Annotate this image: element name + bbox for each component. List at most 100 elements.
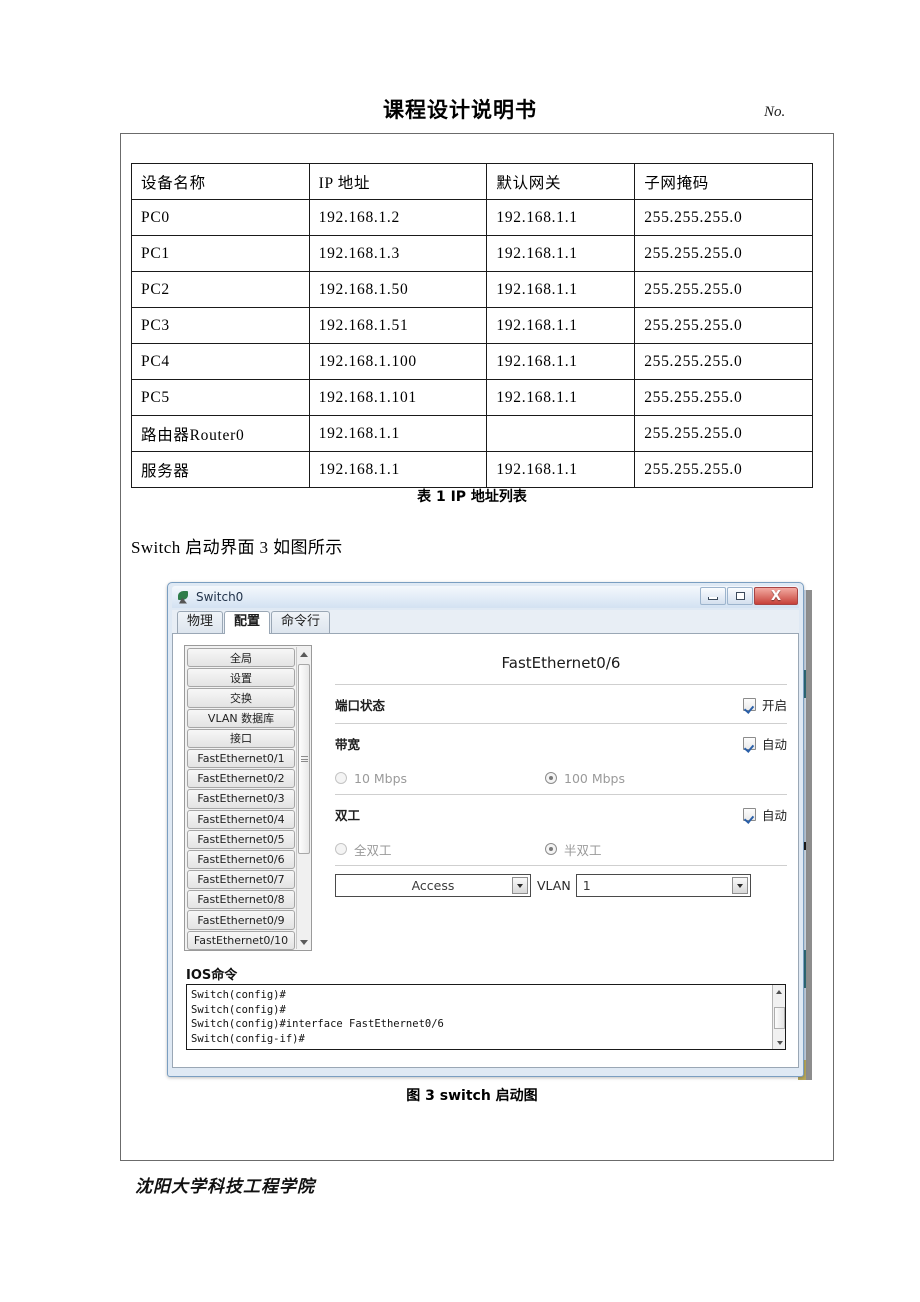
table-row: PC1 192.168.1.3 192.168.1.1 255.255.255.…: [131, 235, 813, 272]
radio-icon[interactable]: [335, 843, 347, 855]
scroll-down-button[interactable]: [297, 935, 311, 949]
duplex-auto-checkbox[interactable]: [742, 807, 756, 821]
gateway-cell: 192.168.1.1: [486, 199, 636, 236]
ip-address-cell: 192.168.1.50: [308, 271, 488, 308]
interface-title: FastEthernet0/6: [501, 654, 621, 672]
sidebar-scrollbar[interactable]: [296, 647, 311, 949]
duplex-option-full[interactable]: 全双工: [335, 840, 545, 859]
sidebar-item-switching[interactable]: 交换: [187, 688, 295, 708]
vlan-select[interactable]: 1: [575, 874, 751, 897]
ip-address-cell: 192.168.1.1: [308, 451, 488, 488]
table-header-cell: 默认网关: [486, 163, 636, 200]
bandwidth-options-row: 10 Mbps 100 Mbps: [335, 762, 787, 794]
sidebar-item-fa0-9[interactable]: FastEthernet0/9: [187, 910, 295, 930]
radio-selected-icon[interactable]: [545, 772, 557, 784]
dropdown-arrow-icon[interactable]: [512, 877, 528, 894]
subnet-mask-cell: 255.255.255.0: [634, 415, 813, 452]
sidebar-item-settings[interactable]: 设置: [187, 668, 295, 688]
background-window-edge: [806, 590, 812, 1080]
minimize-button[interactable]: [700, 587, 726, 605]
subnet-mask-cell: 255.255.255.0: [634, 307, 813, 344]
table-row: PC4 192.168.1.100 192.168.1.1 255.255.25…: [131, 343, 813, 380]
radio-icon[interactable]: [335, 772, 347, 784]
tab-config[interactable]: 配置: [224, 611, 271, 634]
sidebar-item-fa0-1[interactable]: FastEthernet0/1: [187, 748, 295, 769]
duplex-option-label: 全双工: [354, 842, 392, 858]
maximize-icon: [735, 592, 745, 600]
ios-command-label: IOS命令: [186, 968, 238, 983]
sidebar-item-fa0-2[interactable]: FastEthernet0/2: [187, 769, 295, 789]
bandwidth-auto-checkbox-group[interactable]: 自动: [742, 734, 787, 753]
page-footer: 沈阳大学科技工程学院: [135, 1177, 315, 1196]
chevron-down-icon: [776, 1040, 783, 1045]
duplex-row: 双工 自动: [335, 795, 787, 833]
sidebar-item-vlan-database[interactable]: VLAN 数据库: [187, 708, 295, 728]
window-titlebar[interactable]: Switch0 X: [172, 586, 799, 608]
ip-address-cell: 192.168.1.101: [308, 379, 488, 416]
vlan-mode-row: Access VLAN 1: [335, 874, 787, 897]
sidebar-item-fa0-8[interactable]: FastEthernet0/8: [187, 890, 295, 910]
scrollbar-thumb[interactable]: [298, 664, 310, 854]
chevron-up-icon: [776, 989, 782, 994]
port-status-checkbox-group[interactable]: 开启: [742, 695, 787, 714]
device-name-cell: PC2: [131, 271, 310, 308]
radio-selected-icon[interactable]: [545, 843, 557, 855]
subnet-mask-cell: 255.255.255.0: [634, 343, 813, 380]
sidebar-item-fa0-6[interactable]: FastEthernet0/6: [187, 849, 295, 870]
interface-config-panel: FastEthernet0/6 端口状态 开启 带宽 自动 10 Mbps 10…: [335, 648, 787, 897]
close-icon: X: [770, 588, 782, 604]
packet-tracer-leaf-icon: [176, 590, 191, 605]
maximize-button[interactable]: [727, 587, 753, 605]
tab-bar: 物理 配置 命令行: [172, 610, 799, 634]
bandwidth-option-100mbps[interactable]: 100 Mbps: [545, 771, 625, 786]
gateway-cell: 192.168.1.1: [486, 379, 636, 416]
sidebar-item-global[interactable]: 全局: [187, 648, 295, 668]
ios-console-scrollbar[interactable]: [772, 985, 785, 1049]
close-button[interactable]: X: [754, 587, 798, 605]
duplex-auto-checkbox-group[interactable]: 自动: [742, 805, 787, 824]
subnet-mask-cell: 255.255.255.0: [634, 235, 813, 272]
ios-scroll-down-button[interactable]: [773, 1036, 785, 1049]
grip-icon: [300, 755, 308, 764]
switchport-mode-select[interactable]: Access: [335, 874, 531, 897]
gateway-cell: 192.168.1.1: [486, 271, 636, 308]
sidebar-item-fa0-4[interactable]: FastEthernet0/4: [187, 809, 295, 829]
gateway-cell: 192.168.1.1: [486, 343, 636, 380]
packet-tracer-device-window: Switch0 X 物理 配置 命令行 全局 设置 交换 VLAN 数据库 接口…: [167, 582, 804, 1077]
body-paragraph: Switch 启动界面 3 如图所示: [131, 538, 343, 557]
table-row: PC3 192.168.1.51 192.168.1.1 255.255.255…: [131, 307, 813, 344]
bandwidth-auto-checkbox[interactable]: [742, 736, 756, 750]
duplex-option-half[interactable]: 半双工: [545, 840, 602, 859]
ios-scroll-up-button[interactable]: [773, 985, 785, 998]
duplex-label: 双工: [335, 807, 361, 823]
table-row: PC2 192.168.1.50 192.168.1.1 255.255.255…: [131, 271, 813, 308]
ios-command-console[interactable]: Switch(config)# Switch(config)# Switch(c…: [186, 984, 786, 1050]
ip-address-cell: 192.168.1.1: [308, 415, 488, 452]
sidebar-item-fa0-7[interactable]: FastEthernet0/7: [187, 870, 295, 890]
device-name-cell: 路由器Router0: [131, 415, 310, 452]
bandwidth-option-10mbps[interactable]: 10 Mbps: [335, 771, 545, 786]
figure-caption: 图 3 switch 启动图: [406, 1088, 538, 1104]
device-name-cell: PC3: [131, 307, 310, 344]
port-status-checkbox-label: 开启: [761, 697, 787, 713]
sidebar-item-interface[interactable]: 接口: [187, 728, 295, 748]
scroll-up-button[interactable]: [297, 647, 311, 661]
sidebar-item-fa0-5[interactable]: FastEthernet0/5: [187, 829, 295, 849]
document-no-label: No.: [764, 104, 786, 120]
device-name-cell: PC5: [131, 379, 310, 416]
ios-scrollbar-thumb[interactable]: [774, 1007, 785, 1029]
port-status-checkbox[interactable]: [742, 697, 756, 711]
gateway-cell: [486, 415, 636, 452]
sidebar-item-fa0-3[interactable]: FastEthernet0/3: [187, 789, 295, 809]
port-status-row: 端口状态 开启: [335, 685, 787, 723]
vlan-label: VLAN: [537, 878, 571, 893]
port-status-label: 端口状态: [335, 697, 386, 713]
duplex-option-label: 半双工: [564, 842, 602, 858]
table-header-cell: IP 地址: [308, 163, 488, 200]
tab-cli[interactable]: 命令行: [271, 611, 331, 633]
gateway-cell: 192.168.1.1: [486, 235, 636, 272]
tab-physical[interactable]: 物理: [177, 611, 224, 633]
sidebar-item-fa0-10[interactable]: FastEthernet0/10: [187, 930, 295, 950]
divider: [335, 865, 787, 866]
dropdown-arrow-icon[interactable]: [731, 877, 748, 894]
